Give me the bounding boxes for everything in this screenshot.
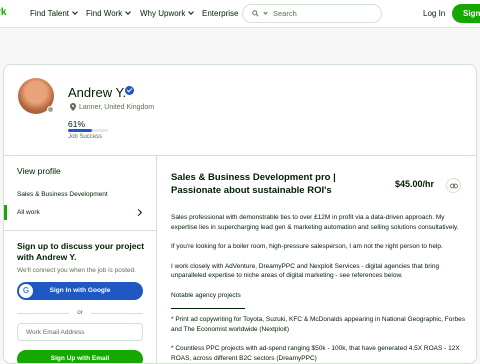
google-button-label: Sign In with Google xyxy=(49,287,111,294)
selected-indicator xyxy=(4,205,7,220)
upwork-logo[interactable]: rk xyxy=(0,7,6,18)
email-field[interactable]: Work Email Address xyxy=(17,323,143,341)
search-placeholder: Search xyxy=(273,9,297,18)
copy-link-button[interactable] xyxy=(446,178,461,193)
nav-find-work[interactable]: Find Work xyxy=(86,9,132,18)
overview-paragraph: * Print ad copywriting for Toyota, Suzuk… xyxy=(171,316,465,333)
freelancer-name: Andrew Y. xyxy=(68,85,127,100)
top-navigation: rk Find Talent Find Work Why Upwork Ente… xyxy=(0,0,480,28)
verified-badge-icon xyxy=(125,86,134,95)
nav-label: Find Talent xyxy=(30,9,69,18)
login-link[interactable]: Log In xyxy=(423,9,445,18)
chevron-down-icon xyxy=(125,9,132,15)
google-icon: G xyxy=(19,284,33,298)
chevron-down-icon xyxy=(263,10,268,15)
search-icon xyxy=(252,10,259,17)
overview-paragraph: Notable agency projects xyxy=(171,291,241,299)
chevron-down-icon xyxy=(72,9,78,15)
profile-title: Sales & Business Development pro | Passi… xyxy=(171,172,336,196)
job-success-fill xyxy=(68,129,93,132)
hourly-rate: $45.00/hr xyxy=(395,179,435,189)
link-icon xyxy=(449,183,458,188)
sidebar: View profile Sales & Business Developmen… xyxy=(4,156,157,363)
chevron-down-icon xyxy=(188,9,195,15)
overview-paragraph: * Countless PPC projects with ad-spend r… xyxy=(171,345,460,362)
chevron-right-icon[interactable] xyxy=(134,208,143,217)
profile-card: Andrew Y. Lanner, United Kingdom 61% Job… xyxy=(3,64,477,364)
sidebar-item-all-work[interactable]: All work xyxy=(17,209,40,216)
location-text: Lanner, United Kingdom xyxy=(79,103,155,111)
nav-label: Enterprise xyxy=(202,9,239,18)
overview-paragraph: I work closely with AdVenture, DreamyPPC… xyxy=(171,262,440,280)
email-signup-button[interactable]: Sign Up with Email xyxy=(17,350,143,363)
signup-cta-heading: Sign up to discuss your project with And… xyxy=(17,241,145,262)
job-success-label: Job Success xyxy=(68,134,103,140)
divider xyxy=(171,308,245,309)
job-success-bar xyxy=(68,129,108,132)
nav-find-talent[interactable]: Find Talent xyxy=(30,9,78,18)
divider xyxy=(91,313,143,314)
location-pin-icon xyxy=(70,103,76,111)
location: Lanner, United Kingdom xyxy=(70,103,154,111)
divider xyxy=(4,230,157,231)
sidebar-item-sales[interactable]: Sales & Business Development xyxy=(17,191,108,198)
status-dot xyxy=(47,106,54,113)
nav-label: Why Upwork xyxy=(140,9,186,18)
search-input[interactable]: Search xyxy=(242,4,382,23)
nav-why-upwork[interactable]: Why Upwork xyxy=(140,9,195,18)
view-profile-heading: View profile xyxy=(17,166,61,176)
google-signin-button[interactable]: G Sign In with Google xyxy=(17,282,143,300)
profile-overview: Sales professional with demonstrable tie… xyxy=(171,213,467,363)
nav-label: Find Work xyxy=(86,9,123,18)
job-success-value: 61% xyxy=(68,119,86,129)
overview-paragraph: If you're looking for a boiler room, hig… xyxy=(171,243,443,250)
nav-enterprise[interactable]: Enterprise xyxy=(202,9,238,18)
avatar xyxy=(18,78,54,114)
signup-button[interactable]: Sign xyxy=(452,4,480,23)
signup-cta-subtext: We'll connect you when the job is posted… xyxy=(17,267,136,274)
overview-paragraph: Sales professional with demonstrable tie… xyxy=(171,214,459,231)
